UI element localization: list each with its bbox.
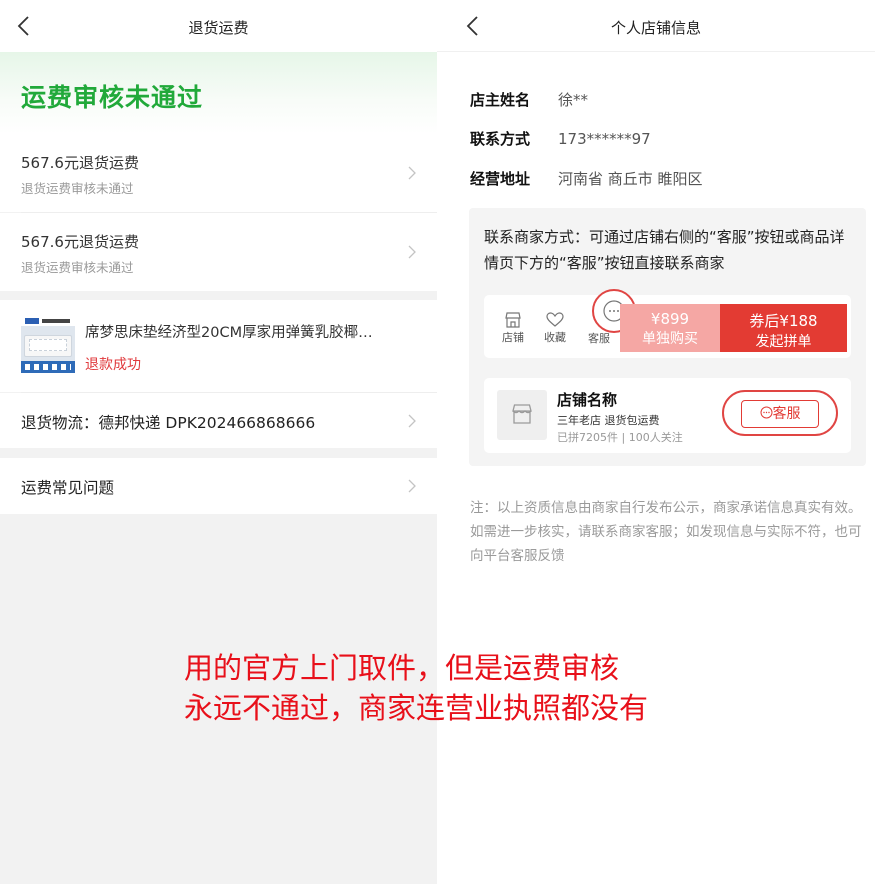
owner-name-row: 店主姓名 徐** [470, 89, 588, 110]
info-label: 店主姓名 [470, 91, 531, 109]
info-label: 联系方式 [470, 130, 531, 148]
status-title: 运费审核未通过 [21, 83, 204, 112]
page-title: 退货运费 [188, 19, 249, 37]
group-label: 发起拼单 [755, 334, 812, 350]
fee-amount: 567.6元退货运费 [21, 154, 139, 172]
single-price: ¥899 [650, 310, 690, 328]
contact-tip-box: 联系商家方式：可通过店铺右侧的“客服”按钮或商品详情页下方的“客服”按钮直接联系… [469, 208, 866, 466]
fee-item[interactable]: 567.6元退货运费 退货运费审核未通过 [0, 213, 437, 291]
contact-row: 联系方式 173******97 [470, 128, 651, 149]
tab-label: 收藏 [544, 331, 566, 344]
annotation-line: 永远不通过，商家连营业执照都没有 [184, 691, 649, 725]
fee-faq-row[interactable]: 运费常见问题 [0, 458, 437, 514]
nav-bar: 退货运费 [0, 0, 437, 52]
info-label: 经营地址 [470, 170, 531, 188]
nav-bar: 个人店铺信息 [437, 0, 875, 52]
service-tab: 客服 [580, 329, 618, 346]
product-card[interactable]: 席梦思床垫经济型20CM厚家用弹簧乳胶椰… 退款成功 [0, 300, 437, 392]
tab-label: 店铺 [502, 331, 524, 344]
shop-name: 店铺名称 [557, 391, 618, 409]
store-icon [512, 404, 532, 424]
return-fee-screen: 退货运费 运费审核未通过 567.6元退货运费 退货运费审核未通过 567.6元… [0, 0, 437, 884]
fee-amount: 567.6元退货运费 [21, 233, 139, 251]
info-value: 173******97 [558, 130, 651, 148]
favorite-tab: 收藏 [536, 312, 574, 345]
chevron-right-icon [408, 479, 416, 493]
heart-icon [546, 312, 564, 327]
group-buy-button: 券后¥188 发起拼单 [720, 304, 847, 352]
shop-card-example: 店铺名称 三年老店 退货包运费 已拼7205件 | 100人关注 客服 [484, 378, 851, 453]
product-name: 席梦思床垫经济型20CM厚家用弹簧乳胶椰… [85, 325, 373, 341]
annotation-line: 用的官方上门取件，但是运费审核 [184, 651, 620, 685]
fee-status: 退货运费审核未通过 [21, 181, 134, 196]
tab-label: 客服 [588, 332, 610, 345]
status-header: 运费审核未通过 [0, 52, 437, 134]
info-value: 徐** [558, 91, 589, 109]
disclaimer-note: 注：以上资质信息由商家自行发布公示，商家承诺信息真实有效。如需进一步核实，请联系… [470, 500, 862, 564]
address-row: 经营地址 河南省 商丘市 睢阳区 [470, 168, 703, 189]
single-label: 单独购买 [642, 331, 698, 347]
shop-tags: 三年老店 退货包运费 [557, 414, 660, 427]
refund-status: 退款成功 [85, 357, 141, 373]
fee-item[interactable]: 567.6元退货运费 退货运费审核未通过 [0, 134, 437, 212]
contact-tip-text: 联系商家方式：可通过店铺右侧的“客服”按钮或商品详情页下方的“客服”按钮直接联系… [484, 228, 845, 272]
store-icon [505, 312, 521, 328]
shop-logo [497, 390, 547, 440]
highlight-oval: 客服 [722, 390, 838, 436]
return-logistics-row[interactable]: 退货物流：德邦快递 DPK202466868666 [0, 393, 437, 448]
buy-alone-button: ¥899 单独购买 [620, 304, 720, 352]
chevron-right-icon [408, 414, 416, 428]
chevron-right-icon [408, 245, 416, 259]
page-title: 个人店铺信息 [610, 19, 701, 37]
faq-text: 运费常见问题 [21, 479, 115, 497]
chevron-right-icon [408, 166, 416, 180]
chat-icon [760, 406, 772, 419]
product-thumbnail [21, 317, 75, 373]
bottom-bar-example: 店铺 收藏 客服 ¥899 单独购买 券后¥188 发起拼单 [484, 289, 851, 358]
store-tab: 店铺 [494, 312, 532, 345]
service-button: 客服 [741, 400, 819, 428]
service-button-label: 客服 [772, 406, 801, 422]
group-price: 券后¥188 [749, 312, 818, 330]
shop-stats: 已拼7205件 | 100人关注 [557, 431, 683, 444]
annotation-text: 用的官方上门取件，但是运费审核 永远不通过，商家连营业执照都没有 [184, 648, 648, 728]
logistics-text: 退货物流：德邦快递 DPK202466868666 [21, 414, 316, 432]
fee-status: 退货运费审核未通过 [21, 260, 134, 275]
shop-info-screen: 个人店铺信息 店主姓名 徐** 联系方式 173******97 经营地址 河南省 商… [437, 0, 875, 884]
info-value: 河南省 商丘市 睢阳区 [558, 170, 703, 188]
